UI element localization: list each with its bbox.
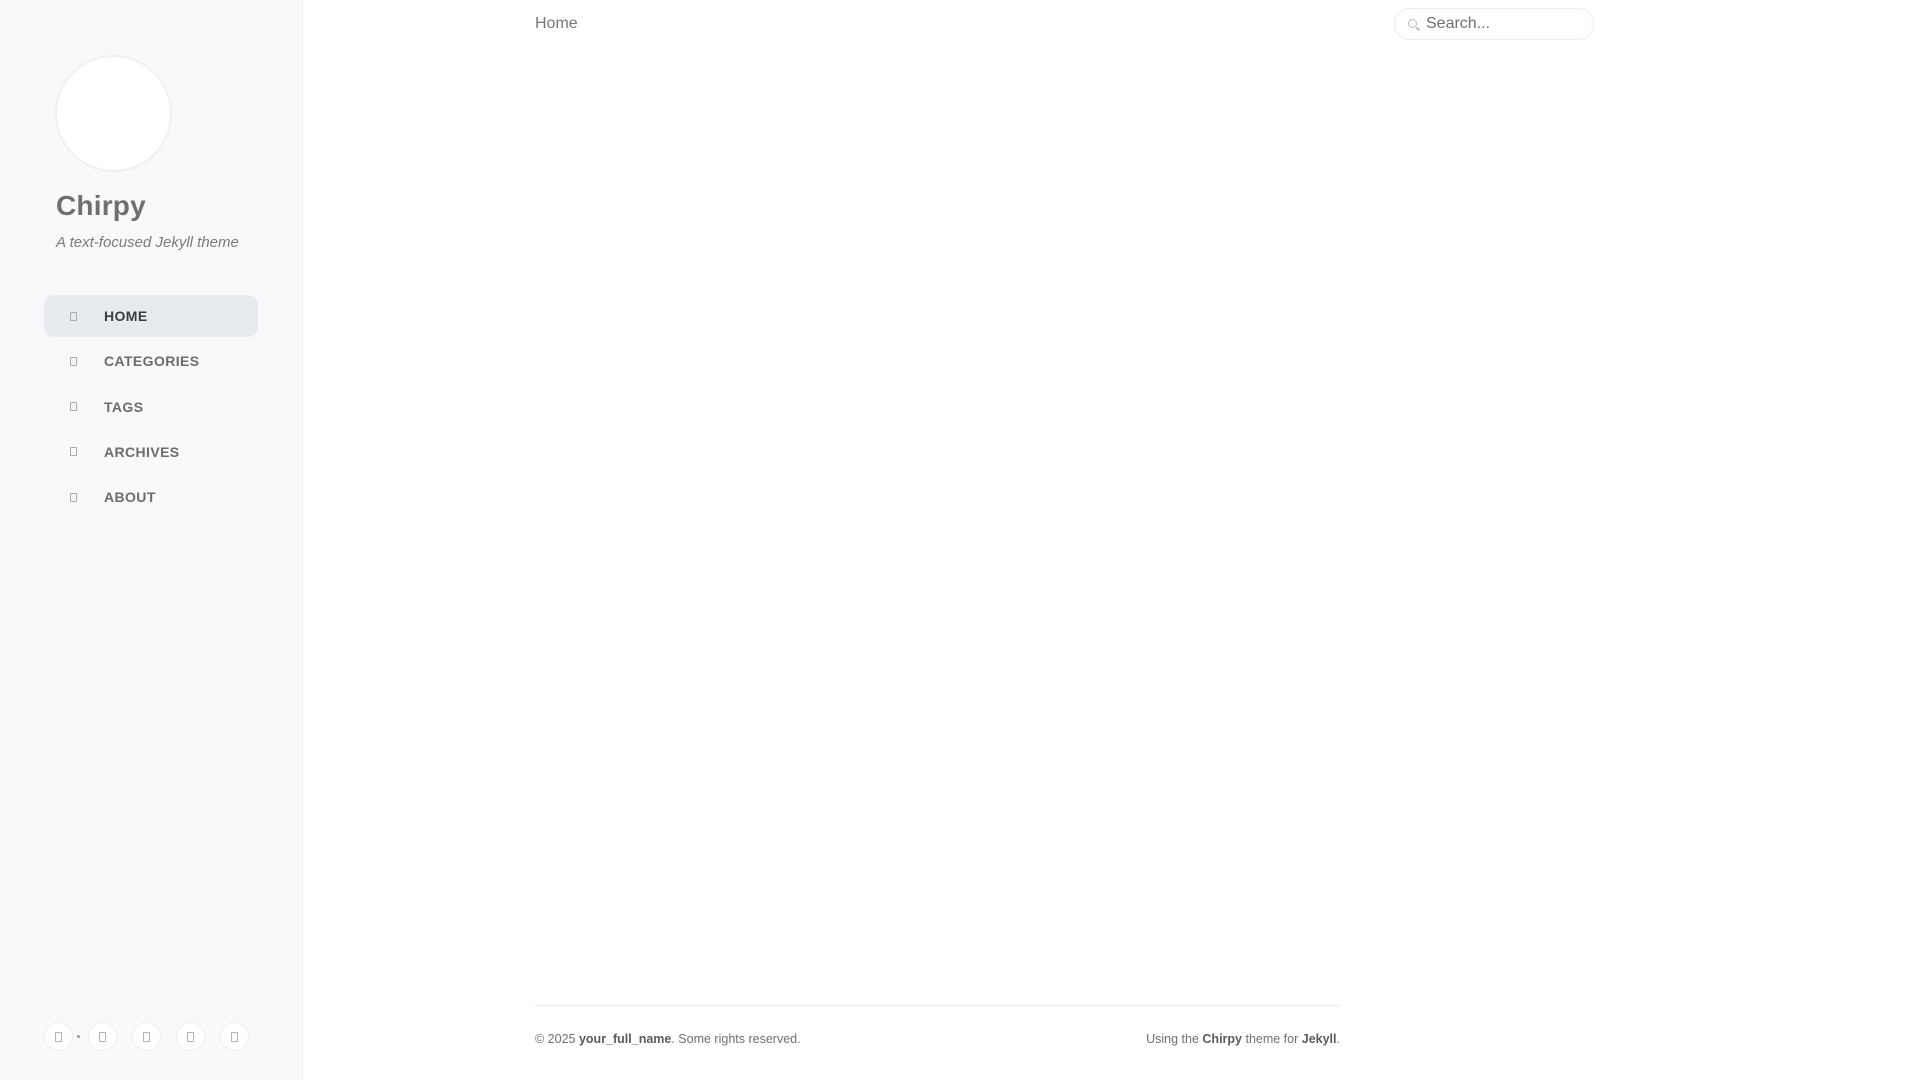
sidebar-item-label: HOME bbox=[104, 308, 148, 324]
info-icon bbox=[66, 490, 80, 504]
home-icon bbox=[66, 309, 80, 323]
email-icon bbox=[187, 1031, 194, 1042]
sidebar-item-about[interactable]: ABOUT bbox=[44, 476, 258, 518]
engine-link[interactable]: Jekyll bbox=[1302, 1032, 1337, 1046]
author-link[interactable]: your_full_name bbox=[579, 1032, 671, 1046]
sidebar-item-archives[interactable]: ARCHIVES bbox=[44, 431, 258, 473]
search-input[interactable] bbox=[1424, 9, 1584, 39]
using-prefix: Using the bbox=[1146, 1032, 1203, 1046]
github-button[interactable] bbox=[88, 1022, 117, 1051]
separator-dot bbox=[77, 1035, 80, 1038]
copyright-prefix: © 2025 bbox=[535, 1032, 579, 1046]
stream-icon bbox=[66, 354, 80, 368]
sidebar-bottom-bar bbox=[44, 1022, 264, 1051]
sidebar-nav: HOME CATEGORIES TAGS ARCHIVES ABOUT bbox=[44, 295, 258, 521]
sidebar-item-tags[interactable]: TAGS bbox=[44, 386, 258, 428]
theme-mid: theme for bbox=[1242, 1032, 1302, 1046]
sidebar-item-label: ABOUT bbox=[104, 489, 156, 506]
tag-icon bbox=[66, 400, 80, 414]
rights-text: . Some rights reserved. bbox=[671, 1032, 801, 1046]
sidebar-item-label: CATEGORIES bbox=[104, 353, 200, 370]
site-subtitle: A text-focused Jekyll theme bbox=[56, 234, 239, 251]
sidebar: Chirpy A text-focused Jekyll theme HOME … bbox=[0, 0, 303, 1080]
footer-end: . bbox=[1336, 1032, 1340, 1046]
search-icon bbox=[1408, 19, 1417, 28]
avatar[interactable] bbox=[55, 55, 172, 172]
mode-toggle-button[interactable] bbox=[44, 1022, 73, 1051]
breadcrumb: Home bbox=[535, 15, 578, 32]
rss-button[interactable] bbox=[220, 1022, 249, 1051]
sidebar-item-categories[interactable]: CATEGORIES bbox=[44, 340, 258, 382]
footer-copyright: © 2025 your_full_name. Some rights reser… bbox=[535, 1032, 801, 1046]
twitter-button[interactable] bbox=[132, 1022, 161, 1051]
twitter-icon bbox=[143, 1031, 150, 1042]
footer-divider bbox=[535, 1005, 1340, 1006]
mode-toggle-icon bbox=[55, 1031, 62, 1042]
archive-icon bbox=[66, 445, 80, 459]
rss-icon bbox=[231, 1031, 238, 1042]
sidebar-item-home[interactable]: HOME bbox=[44, 295, 258, 337]
site-title[interactable]: Chirpy bbox=[56, 190, 146, 222]
sidebar-item-label: ARCHIVES bbox=[104, 443, 180, 460]
sidebar-item-label: TAGS bbox=[104, 398, 144, 415]
footer-credits: Using the Chirpy theme for Jekyll. bbox=[1146, 1032, 1340, 1046]
theme-link[interactable]: Chirpy bbox=[1202, 1032, 1242, 1046]
search-box[interactable] bbox=[1394, 8, 1594, 40]
email-button[interactable] bbox=[176, 1022, 205, 1051]
github-icon bbox=[99, 1031, 106, 1042]
